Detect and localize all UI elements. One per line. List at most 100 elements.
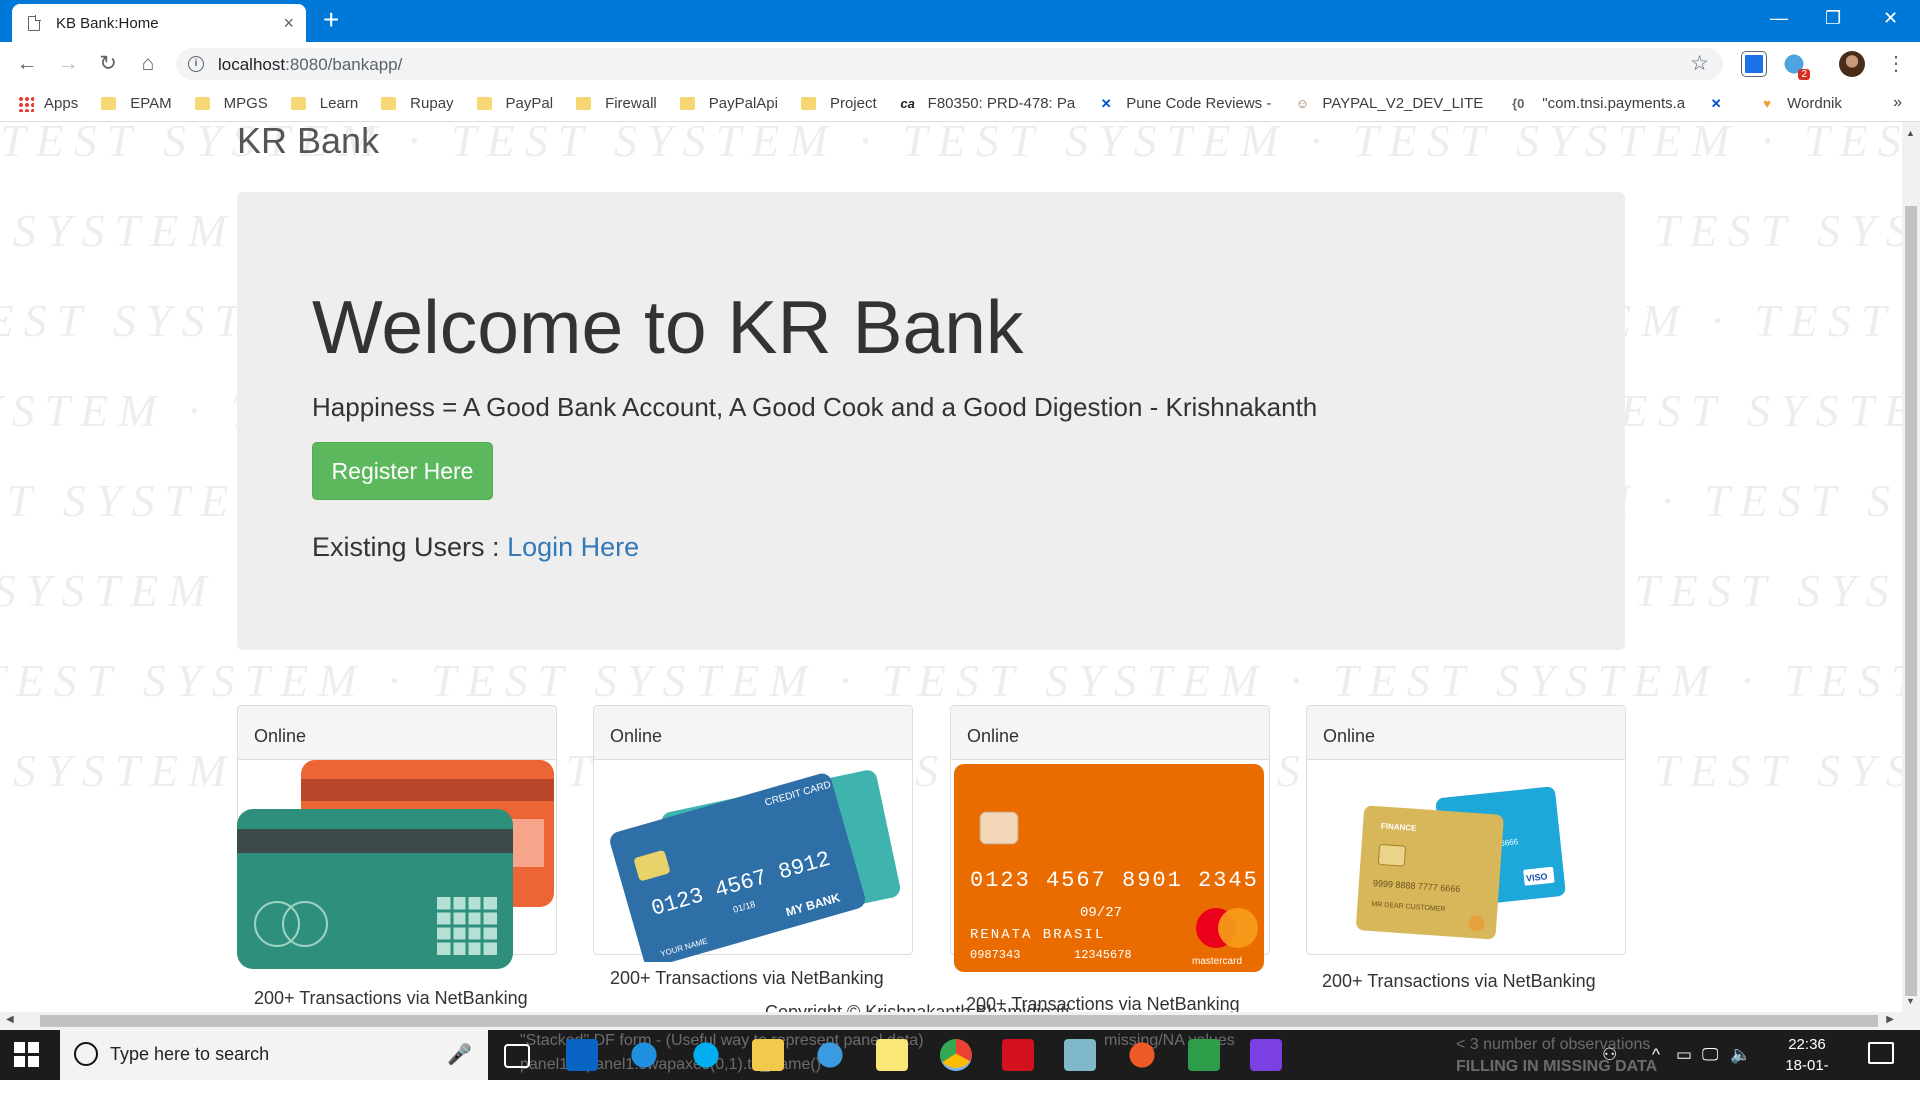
taskbar-search-input[interactable]: Type here to search 🎤 xyxy=(60,1030,488,1080)
forward-button[interactable]: → xyxy=(55,51,81,77)
battery-icon[interactable]: ▭ xyxy=(1676,1045,1692,1065)
bookmark-paypalapi[interactable]: PayPalApi xyxy=(679,95,778,112)
clock-time: 22:36 xyxy=(1788,1036,1826,1053)
card-caption-1: 200+ Transactions via NetBanking xyxy=(254,988,528,1008)
copyright-footer: Copyright © Krishnakanth Bhamidipati xyxy=(765,1002,1070,1012)
app-icon[interactable] xyxy=(1064,1039,1096,1071)
bookmark-crucible[interactable]: ✕ xyxy=(1708,96,1736,112)
notepad-plus-icon[interactable] xyxy=(1188,1039,1220,1071)
card-caption-2: 200+ Transactions via NetBanking xyxy=(610,968,884,988)
internet-explorer-icon[interactable] xyxy=(814,1039,846,1071)
card3-line2-text: 12345678 xyxy=(1074,948,1132,962)
bookmark-firewall[interactable]: Firewall xyxy=(576,95,657,112)
folder-icon xyxy=(101,97,117,110)
background-window-text: < 3 number of observations xyxy=(1456,1036,1651,1053)
volume-icon[interactable]: 🔈 xyxy=(1730,1045,1751,1065)
welcome-heading: Welcome to KR Bank xyxy=(312,285,1024,369)
heart-icon: ♥ xyxy=(1763,95,1771,111)
crucible-icon: ✕ xyxy=(1710,95,1722,111)
search-placeholder: Type here to search xyxy=(110,1044,270,1064)
card-header: Online xyxy=(594,706,912,760)
bookmarks-overflow-icon[interactable]: » xyxy=(1893,94,1902,112)
browser-toolbar: ← → ↻ ⌂ i localhost:8080/bankapp/ ☆ 2 ⋮ xyxy=(0,42,1920,86)
vertical-scroll-thumb[interactable] xyxy=(1905,206,1917,996)
card-image-1 xyxy=(237,760,554,969)
extension-icon[interactable] xyxy=(1742,52,1766,76)
bookmark-rupay[interactable]: Rupay xyxy=(381,95,454,112)
card3-line1-text: 0987343 xyxy=(970,948,1020,962)
horizontal-scrollbar[interactable]: ◀ ▶ xyxy=(0,1012,1920,1030)
taskbar-clock[interactable]: 22:36 18-01-2019 xyxy=(1770,1034,1844,1097)
horizontal-scroll-thumb[interactable] xyxy=(40,1015,1878,1027)
extension-globe-icon[interactable]: 2 xyxy=(1782,52,1810,80)
address-bar[interactable]: i localhost:8080/bankapp/ ☆ xyxy=(176,48,1723,80)
background-window-text: FILLING IN MISSING DATA xyxy=(1456,1058,1658,1075)
json-icon: {0 xyxy=(1512,95,1525,111)
skype-icon[interactable] xyxy=(690,1039,722,1071)
acrobat-icon[interactable] xyxy=(1002,1039,1034,1071)
bookmark-wordnik[interactable]: ♥ Wordnik xyxy=(1759,95,1842,112)
minimize-button[interactable]: — xyxy=(1770,8,1788,29)
scroll-right-icon[interactable]: ▶ xyxy=(1886,1014,1894,1025)
url-text[interactable]: localhost:8080/bankapp/ xyxy=(218,55,402,75)
document-icon xyxy=(28,14,41,31)
watermark-row: TEST SYSTEM · TEST SYSTEM · TEST SYSTEM … xyxy=(0,655,1902,706)
bookmark-com-tnsi[interactable]: {0 "com.tnsi.payments.a xyxy=(1506,95,1685,112)
action-center-icon[interactable] xyxy=(1868,1042,1894,1064)
scroll-up-icon[interactable]: ▲ xyxy=(1906,128,1915,138)
back-button[interactable]: ← xyxy=(14,51,40,77)
tagline: Happiness = A Good Bank Account, A Good … xyxy=(312,392,1318,422)
new-tab-button[interactable]: + xyxy=(323,6,339,34)
scroll-left-icon[interactable]: ◀ xyxy=(6,1014,14,1025)
sticky-notes-icon[interactable] xyxy=(876,1039,908,1071)
windows-start-icon[interactable] xyxy=(14,1042,40,1068)
bookmark-paypal[interactable]: PayPal xyxy=(476,95,553,112)
register-button[interactable]: Register Here xyxy=(312,442,493,500)
card3-number-text: 0123 4567 8901 2345 xyxy=(970,868,1259,893)
people-icon[interactable]: ⚇ xyxy=(1602,1045,1617,1065)
postman-icon[interactable] xyxy=(1126,1039,1158,1071)
bookmark-project[interactable]: Project xyxy=(800,95,877,112)
folder-icon xyxy=(800,97,816,110)
vertical-scrollbar[interactable]: ▲ ▼ xyxy=(1902,122,1920,1012)
file-explorer-icon[interactable] xyxy=(752,1039,784,1071)
network-icon[interactable]: 🖵 xyxy=(1702,1045,1718,1065)
bookmark-paypal-v2[interactable]: ☺ PAYPAL_V2_DEV_LITE xyxy=(1294,95,1484,112)
reload-button[interactable]: ↻ xyxy=(95,51,121,77)
login-link[interactable]: Login Here xyxy=(507,532,639,562)
chrome-icon[interactable] xyxy=(940,1039,972,1071)
intellij-icon[interactable] xyxy=(1250,1039,1282,1071)
page-viewport: TEST SYSTEM · TEST SYSTEM · TEST SYSTEM … xyxy=(0,122,1902,1012)
close-window-button[interactable]: ✕ xyxy=(1883,8,1898,29)
card-header: Online xyxy=(951,706,1269,760)
menu-kebab-icon[interactable]: ⋮ xyxy=(1886,51,1906,76)
existing-users-text: Existing Users : Login Here xyxy=(312,532,640,562)
bookmark-f80350[interactable]: ca F80350: PRD-478: Pa xyxy=(900,95,1075,112)
tab-title: KB Bank:Home xyxy=(56,14,159,32)
bookmark-mpgs[interactable]: MPGS xyxy=(194,95,268,112)
folder-icon xyxy=(679,97,695,110)
card3-holder-text: RENATA BRASIL xyxy=(970,927,1105,943)
maximize-button[interactable]: ❐ xyxy=(1825,8,1841,29)
tray-chevron-icon[interactable]: ^ xyxy=(1652,1045,1660,1065)
edge-icon[interactable] xyxy=(628,1039,660,1071)
outlook-icon[interactable] xyxy=(566,1039,598,1071)
brand-title[interactable]: KR Bank xyxy=(237,122,379,162)
card3-valid-text: 09/27 xyxy=(1080,905,1122,921)
bookmark-epam[interactable]: EPAM xyxy=(101,95,172,112)
info-icon[interactable]: i xyxy=(188,56,204,72)
bookmark-apps[interactable]: Apps xyxy=(18,95,78,112)
bookmark-pune-code-reviews[interactable]: ✕ Pune Code Reviews - xyxy=(1098,95,1272,112)
bookmark-star-icon[interactable]: ☆ xyxy=(1690,51,1709,76)
tab-close-icon[interactable]: × xyxy=(283,13,294,34)
extension-badge: 2 xyxy=(1798,69,1810,80)
microphone-icon[interactable]: 🎤 xyxy=(447,1042,472,1067)
profile-avatar[interactable] xyxy=(1839,51,1865,77)
scroll-down-icon[interactable]: ▼ xyxy=(1906,996,1915,1006)
task-view-icon[interactable] xyxy=(504,1044,530,1068)
home-button[interactable]: ⌂ xyxy=(135,51,161,77)
bookmark-learn[interactable]: Learn xyxy=(290,95,358,112)
browser-tab[interactable]: KB Bank:Home × xyxy=(12,4,306,42)
tab-strip: KB Bank:Home × + — ❐ ✕ xyxy=(0,0,1920,42)
clock-date: 18-01-2019 xyxy=(1785,1057,1829,1095)
